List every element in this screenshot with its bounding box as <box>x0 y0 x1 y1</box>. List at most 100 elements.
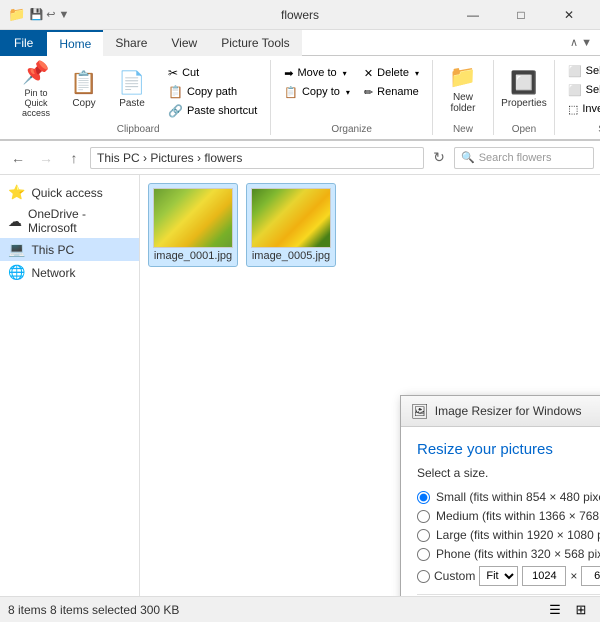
file-area: image_0001.jpg image_0005.jpg 🖼 Image Re… <box>140 175 600 596</box>
sidebar-item-quick-access[interactable]: ⭐ Quick access <box>0 181 139 204</box>
file-item[interactable]: image_0001.jpg <box>148 183 238 267</box>
rename-button[interactable]: ✏ Rename <box>359 83 424 101</box>
select-label: Select <box>563 122 600 135</box>
minimize-button[interactable]: — <box>450 0 496 30</box>
ribbon-collapse-btn[interactable]: ∧ ▼ <box>562 30 600 56</box>
height-input[interactable] <box>581 566 600 586</box>
custom-label: Custom <box>434 569 475 583</box>
tab-share[interactable]: Share <box>103 30 159 56</box>
sidebar-item-onedrive[interactable]: ☁ OneDrive - Microsoft <box>0 204 139 238</box>
app-icon: 📁 <box>8 6 25 23</box>
file-name: image_0001.jpg <box>154 250 232 262</box>
ribbon-group-clipboard: 📌 Pin to Quick access 📋 Copy 📄 Paste ✂ C <box>6 60 271 135</box>
dialog-title: Image Resizer for Windows <box>435 404 582 418</box>
network-icon: 🌐 <box>8 264 25 281</box>
sidebar: ⭐ Quick access ☁ OneDrive - Microsoft 💻 … <box>0 175 140 596</box>
cut-button[interactable]: ✂ Cut <box>163 64 262 82</box>
status-left: 8 items 8 items selected 300 KB <box>8 603 179 617</box>
size-radio-large[interactable] <box>417 529 430 542</box>
ribbon: File Home Share View Picture Tools ∧ ▼ 📌… <box>0 30 600 141</box>
tab-home[interactable]: Home <box>47 30 103 56</box>
file-grid: image_0001.jpg image_0005.jpg <box>148 183 592 267</box>
size-option-small: Small (fits within 854 × 480 pixels) <box>417 490 600 504</box>
select-all-icon: ⬜ <box>568 65 582 78</box>
ribbon-group-new: 📁 New folder New <box>433 60 494 135</box>
refresh-button[interactable]: ↻ <box>428 147 450 169</box>
view-details-button[interactable]: ☰ <box>544 599 566 621</box>
paste-button[interactable]: 📄 Paste <box>110 62 154 116</box>
search-box[interactable]: 🔍 Search flowers <box>454 147 594 169</box>
organize-label: Organize <box>279 122 424 135</box>
sidebar-item-network[interactable]: 🌐 Network <box>0 261 139 284</box>
size-option-phone: Phone (fits within 320 × 568 pixels) <box>417 547 600 561</box>
dialog-app-icon: 🖼 <box>411 403 429 420</box>
file-item[interactable]: image_0005.jpg <box>246 183 336 267</box>
paste-shortcut-button[interactable]: 🔗 Paste shortcut <box>163 102 262 120</box>
delete-button[interactable]: ✕ Delete ▾ <box>359 64 424 82</box>
size-radio-custom[interactable] <box>417 570 430 583</box>
maximize-button[interactable]: □ <box>498 0 544 30</box>
ribbon-group-select: ⬜ Select all ⬜ Select none ⬚ Invert sele… <box>555 60 600 135</box>
new-label: New <box>441 122 485 135</box>
dialog-title-bar: 🖼 Image Resizer for Windows ✕ <box>401 396 600 427</box>
up-button[interactable]: ↑ <box>62 146 86 170</box>
dialog-heading: Resize your pictures <box>417 441 600 458</box>
tab-file[interactable]: File <box>0 30 47 56</box>
sidebar-label: OneDrive - Microsoft <box>28 207 131 235</box>
star-icon: ⭐ <box>8 184 25 201</box>
image-resizer-dialog: 🖼 Image Resizer for Windows ✕ Resize you… <box>400 395 600 596</box>
x-label: × <box>570 569 577 583</box>
properties-icon: 🔲 <box>510 70 537 96</box>
properties-button[interactable]: 🔲 Properties <box>502 62 546 116</box>
ribbon-group-open: 🔲 Properties Open <box>494 60 555 135</box>
ribbon-tabs: File Home Share View Picture Tools ∧ ▼ <box>0 30 600 56</box>
computer-icon: 💻 <box>8 241 25 258</box>
scissors-icon: ✂ <box>168 66 178 80</box>
copy-button[interactable]: 📋 Copy <box>62 62 106 116</box>
ribbon-group-organize: ➡ Move to ▾ 📋 Copy to ▾ ✕ Delete ▾ <box>271 60 433 135</box>
width-input[interactable] <box>522 566 566 586</box>
custom-row: Custom Fit × Pixels <box>417 566 600 586</box>
tab-picture-tools[interactable]: Picture Tools <box>209 30 301 56</box>
search-placeholder: Search flowers <box>479 152 552 164</box>
ribbon-content: 📌 Pin to Quick access 📋 Copy 📄 Paste ✂ C <box>0 56 600 140</box>
copy-path-button[interactable]: 📋 Copy path <box>163 83 262 101</box>
paste-shortcut-icon: 🔗 <box>168 104 183 118</box>
copy-to-button[interactable]: 📋 Copy to ▾ <box>279 83 355 101</box>
address-path[interactable]: This PC › Pictures › flowers <box>90 147 424 169</box>
size-radio-medium[interactable] <box>417 510 430 523</box>
new-folder-button[interactable]: 📁 New folder <box>441 62 485 116</box>
close-button[interactable]: ✕ <box>546 0 592 30</box>
status-items-count: 8 items <box>8 603 47 617</box>
search-icon: 🔍 <box>461 151 475 164</box>
back-button[interactable]: ← <box>6 146 30 170</box>
invert-selection-button[interactable]: ⬚ Invert selection <box>563 100 600 118</box>
select-none-icon: ⬜ <box>568 84 582 97</box>
size-option-medium: Medium (fits within 1366 × 768 pixels) <box>417 509 600 523</box>
open-label: Open <box>502 122 546 135</box>
tab-view[interactable]: View <box>159 30 209 56</box>
pin-icon: 📌 <box>22 60 49 86</box>
dialog-body: Resize your pictures Select a size. Smal… <box>401 427 600 596</box>
pin-to-quick-access-button[interactable]: 📌 Pin to Quick access <box>14 62 58 116</box>
invert-icon: ⬚ <box>568 103 578 116</box>
cloud-icon: ☁ <box>8 213 22 230</box>
select-none-button[interactable]: ⬜ Select none <box>563 81 600 99</box>
move-to-button[interactable]: ➡ Move to ▾ <box>279 64 355 82</box>
forward-button[interactable]: → <box>34 146 58 170</box>
sidebar-label: Network <box>31 266 75 280</box>
size-label-phone: Phone (fits within 320 × 568 pixels) <box>436 547 600 561</box>
status-selected-info: 8 items selected 300 KB <box>50 603 179 617</box>
sidebar-item-this-pc[interactable]: 💻 This PC <box>0 238 139 261</box>
fit-select[interactable]: Fit <box>479 566 518 586</box>
size-label-small: Small (fits within 854 × 480 pixels) <box>436 490 600 504</box>
size-radio-small[interactable] <box>417 491 430 504</box>
view-large-icons-button[interactable]: ⊞ <box>570 599 592 621</box>
size-radio-phone[interactable] <box>417 548 430 561</box>
dialog-subtitle: Select a size. <box>417 466 600 480</box>
copy-path-icon: 📋 <box>168 85 183 99</box>
rename-icon: ✏ <box>364 86 373 99</box>
title-bar: 📁 💾 ↩ ▼ flowers — □ ✕ <box>0 0 600 30</box>
select-all-button[interactable]: ⬜ Select all <box>563 62 600 80</box>
folder-icon: 📁 <box>449 64 476 90</box>
